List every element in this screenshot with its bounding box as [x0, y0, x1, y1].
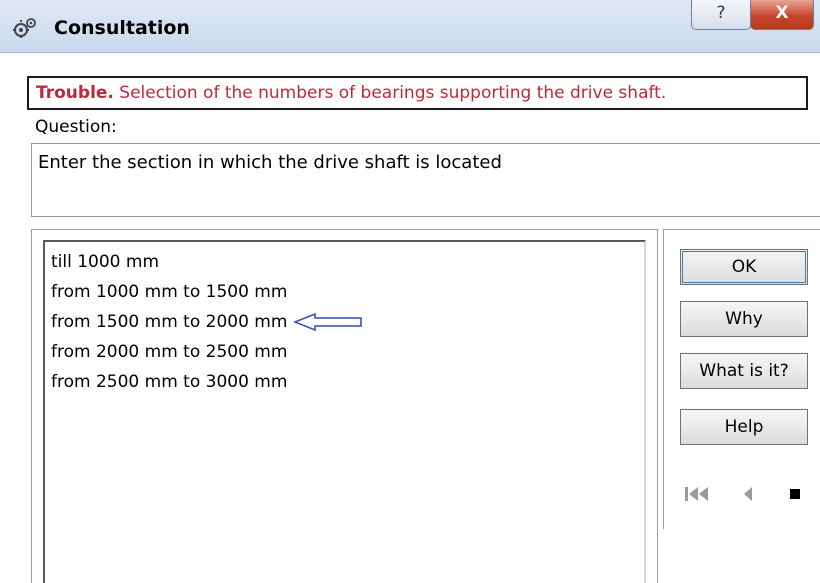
- left-arrow-icon: [293, 312, 363, 332]
- help-caption-button[interactable]: ?: [691, 0, 751, 30]
- answers-listbox[interactable]: till 1000 mm from 1000 mm to 1500 mm fro…: [43, 240, 646, 583]
- trouble-text: Selection of the numbers of bearings sup…: [119, 83, 667, 103]
- help-button[interactable]: Help: [680, 409, 808, 445]
- previous-icon[interactable]: [736, 482, 764, 506]
- list-item[interactable]: from 2000 mm to 2500 mm: [51, 337, 644, 367]
- close-button[interactable]: X: [750, 0, 814, 30]
- list-item[interactable]: from 2500 mm to 3000 mm: [51, 367, 644, 397]
- question-label: Question:: [35, 117, 117, 137]
- ok-button[interactable]: OK: [680, 249, 808, 285]
- trouble-box: Trouble. Selection of the numbers of bea…: [27, 76, 808, 110]
- question-mark-icon: ?: [716, 3, 726, 23]
- answer-label: till 1000 mm: [51, 252, 160, 272]
- stop-icon[interactable]: [786, 482, 814, 506]
- question-text-box: Enter the section in which the drive sha…: [31, 143, 820, 217]
- list-item[interactable]: from 1000 mm to 1500 mm: [51, 277, 644, 307]
- what-is-it-button[interactable]: What is it?: [680, 353, 808, 389]
- skip-to-first-icon[interactable]: [684, 482, 712, 506]
- close-icon: X: [775, 3, 789, 23]
- question-text: Enter the section in which the drive sha…: [38, 152, 502, 173]
- answer-label: from 2000 mm to 2500 mm: [51, 342, 288, 362]
- title-bar[interactable]: Consultation ? X: [0, 0, 820, 53]
- window-title: Consultation: [54, 17, 190, 39]
- why-button[interactable]: Why: [680, 301, 808, 337]
- trouble-label: Trouble.: [36, 83, 114, 103]
- answer-label: from 1000 mm to 1500 mm: [51, 282, 288, 302]
- list-item[interactable]: from 1500 mm to 2000 mm: [51, 307, 644, 337]
- list-item[interactable]: till 1000 mm: [51, 247, 644, 277]
- answer-label: from 2500 mm to 3000 mm: [51, 372, 288, 392]
- answer-label: from 1500 mm to 2000 mm: [51, 312, 288, 332]
- consultation-app-icon: [12, 16, 38, 40]
